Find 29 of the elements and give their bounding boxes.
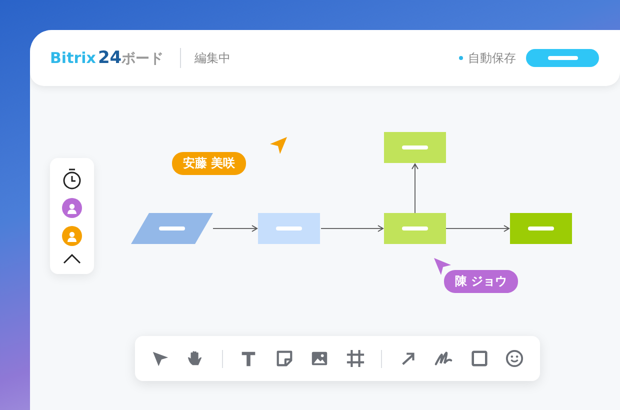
autosave-dot <box>459 56 463 60</box>
rectangle-node[interactable] <box>258 213 320 244</box>
frame-grid-icon[interactable] <box>346 349 365 368</box>
parallelogram-node[interactable] <box>131 213 213 244</box>
sticky-note-icon[interactable] <box>274 349 294 368</box>
smiley-icon[interactable] <box>504 349 524 368</box>
timer-icon[interactable] <box>62 168 82 190</box>
pointer-tool-icon[interactable] <box>151 349 170 368</box>
user-name-tag: 陳 ジョウ <box>444 270 518 293</box>
user-name-tag: 安藤 美咲 <box>172 152 246 175</box>
image-icon[interactable] <box>310 349 330 368</box>
status-text: 編集中 <box>194 50 231 66</box>
autosave-text: 自動保存 <box>468 50 516 66</box>
rectangle-node[interactable] <box>510 213 572 244</box>
connector-arrow <box>212 225 258 232</box>
pointer-cursor-icon <box>270 137 287 154</box>
pointer-cursor-icon <box>434 258 451 275</box>
connector-arrow <box>412 164 418 214</box>
rectangle-node[interactable] <box>384 132 446 163</box>
connector-arrow <box>446 225 510 232</box>
collapse-chevron-icon[interactable] <box>63 254 81 264</box>
rectangle-tool-icon[interactable] <box>470 349 489 368</box>
rectangle-node[interactable] <box>384 213 446 244</box>
brand-product: ボード <box>122 50 164 68</box>
brand-number: 24 <box>98 48 122 68</box>
user-avatar[interactable] <box>62 198 82 218</box>
pen-tool-icon[interactable] <box>434 349 454 368</box>
brand-name: Bitrix <box>50 49 96 67</box>
connector-arrow <box>320 225 384 232</box>
